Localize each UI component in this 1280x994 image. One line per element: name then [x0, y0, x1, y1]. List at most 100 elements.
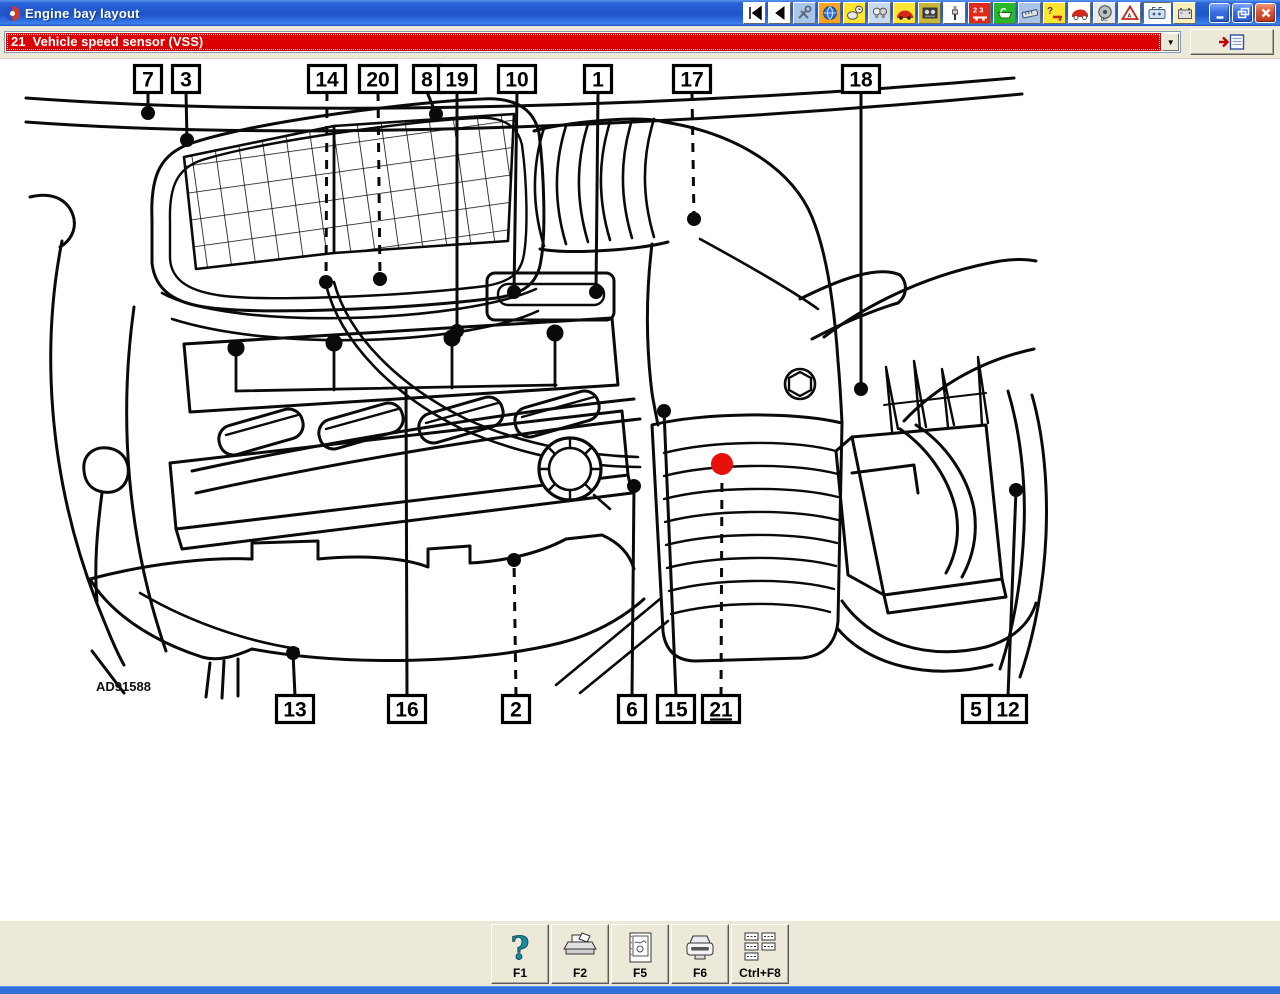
- component-marker-2: [507, 553, 521, 567]
- numbers-car-icon: 2 3: [970, 4, 990, 22]
- leader-line-12: [1008, 490, 1016, 696]
- app-window: Engine bay layout 2 3? MC A 21 Vehicle spe…: [0, 0, 1280, 994]
- function-button-f5[interactable]: F5: [611, 924, 669, 984]
- titlebar[interactable]: Engine bay layout 2 3? MC A: [0, 0, 1280, 26]
- minimize-button[interactable]: [1209, 3, 1230, 23]
- goto-component-data-button[interactable]: [1190, 29, 1274, 55]
- callout-number-2: 2: [510, 699, 522, 722]
- adjustments-button[interactable]: 2 3: [968, 2, 991, 24]
- component-marker-10: [507, 285, 521, 299]
- component-selector-row: 21 Vehicle speed sensor (VSS) ▼: [0, 26, 1280, 58]
- towing-icon: ?: [1045, 4, 1065, 22]
- taskbar-edge: [0, 986, 1280, 994]
- warning-systems-button[interactable]: A: [1118, 2, 1141, 24]
- selected-component-marker[interactable]: [711, 453, 733, 475]
- globe-icon: [820, 4, 840, 22]
- function-key-label: F1: [513, 966, 527, 980]
- spark-plug-icon: [945, 4, 965, 22]
- warning-icon: A: [1120, 4, 1140, 22]
- lubricants-button[interactable]: [993, 2, 1016, 24]
- nav-first-icon: [745, 4, 765, 22]
- function-button-f6[interactable]: F6: [671, 924, 729, 984]
- function-key-label: F2: [573, 966, 587, 980]
- callout-number-10: 10: [505, 69, 528, 92]
- restore-button[interactable]: [1232, 3, 1253, 23]
- engine-bay-layout-button[interactable]: [1143, 2, 1171, 24]
- function-button-f1[interactable]: ?F1: [491, 924, 549, 984]
- component-marker-6: [627, 479, 641, 493]
- function-button-ctrl-f8[interactable]: Ctrl+F8: [731, 924, 789, 984]
- measure-icon: [1020, 4, 1040, 22]
- go-back-button[interactable]: [768, 2, 791, 24]
- dashboard-button[interactable]: [918, 2, 941, 24]
- disc-button[interactable]: MC: [1093, 2, 1116, 24]
- callout-21[interactable]: 21: [703, 453, 740, 723]
- callout-number-18: 18: [849, 69, 873, 92]
- callout-18[interactable]: 18: [843, 66, 880, 397]
- function-key-label: F6: [693, 966, 707, 980]
- leader-line-2: [514, 560, 516, 696]
- callout-number-1: 1: [592, 69, 604, 92]
- towing-button[interactable]: ?: [1043, 2, 1066, 24]
- leader-line-16: [406, 388, 407, 696]
- callout-number-6: 6: [626, 699, 638, 722]
- leader-line-3: [186, 92, 187, 140]
- component-marker-12: [1009, 483, 1023, 497]
- callout-number-8: 8: [421, 69, 433, 92]
- component-marker-15: [657, 404, 671, 418]
- battery-icon: [1175, 4, 1195, 22]
- leader-line-17: [692, 92, 694, 219]
- titlebar-toolbar: 2 3? MC A: [743, 2, 1198, 24]
- svg-text:?: ?: [511, 929, 530, 965]
- battery-button[interactable]: [1173, 2, 1196, 24]
- window-title: Engine bay layout: [25, 6, 140, 21]
- combobox-value[interactable]: 21 Vehicle speed sensor (VSS): [6, 33, 1161, 51]
- leader-line-21: [721, 464, 722, 696]
- car-details-button[interactable]: [893, 2, 916, 24]
- car-red-icon: [895, 4, 915, 22]
- bottom-toolbar: ?F1 F2 F5 F6 Ctrl+F8: [0, 920, 1280, 986]
- callout-number-19: 19: [445, 69, 468, 92]
- callout-1[interactable]: 1: [585, 66, 612, 300]
- callout-number-7: 7: [142, 69, 154, 92]
- engine-artwork: [26, 78, 1046, 698]
- measurements-button[interactable]: [1018, 2, 1041, 24]
- diagram-canvas[interactable]: AD91588 73142081910117181316261521512: [0, 58, 1280, 920]
- mouse-clock-icon: [845, 4, 865, 22]
- combobox-dropdown-button[interactable]: ▼: [1162, 33, 1179, 51]
- drawing-code: AD91588: [96, 679, 151, 694]
- component-combobox[interactable]: 21 Vehicle speed sensor (VSS) ▼: [4, 31, 1181, 53]
- bulbs-icon: [870, 4, 890, 22]
- callout-5[interactable]: 5: [963, 696, 990, 723]
- callout-7[interactable]: 7: [135, 66, 162, 121]
- spark-plug-button[interactable]: [943, 2, 966, 24]
- callout-number-21: 21: [709, 699, 733, 722]
- close-button[interactable]: [1255, 3, 1276, 23]
- bulbs-button[interactable]: [868, 2, 891, 24]
- component-marker-18: [854, 382, 868, 396]
- component-marker-20: [373, 272, 387, 286]
- tools-button[interactable]: [793, 2, 816, 24]
- minimize-icon: [1212, 5, 1228, 21]
- function-button-f2[interactable]: F2: [551, 924, 609, 984]
- callout-number-16: 16: [395, 699, 418, 722]
- repair-times-button[interactable]: [843, 2, 866, 24]
- component-marker-8: [429, 107, 443, 121]
- component-marker-17: [687, 212, 701, 226]
- svg-text:?: ?: [1047, 6, 1053, 17]
- go-first-button[interactable]: [743, 2, 766, 24]
- callout-number-5: 5: [970, 699, 982, 722]
- print-icon: [562, 929, 598, 965]
- callout-17[interactable]: 17: [674, 66, 711, 227]
- svg-text:MC: MC: [1100, 17, 1108, 22]
- svg-text:2 3: 2 3: [973, 6, 983, 15]
- function-key-label: F5: [633, 966, 647, 980]
- goto-data-icon: [1217, 32, 1247, 52]
- service-schedules-button[interactable]: [818, 2, 841, 24]
- callout-2[interactable]: 2: [503, 553, 530, 723]
- callout-number-15: 15: [664, 699, 688, 722]
- abs-car-button[interactable]: [1068, 2, 1091, 24]
- disc-icon: MC: [1095, 4, 1115, 22]
- engine-bay-icon: [1147, 4, 1167, 22]
- component-marker-7: [141, 106, 155, 120]
